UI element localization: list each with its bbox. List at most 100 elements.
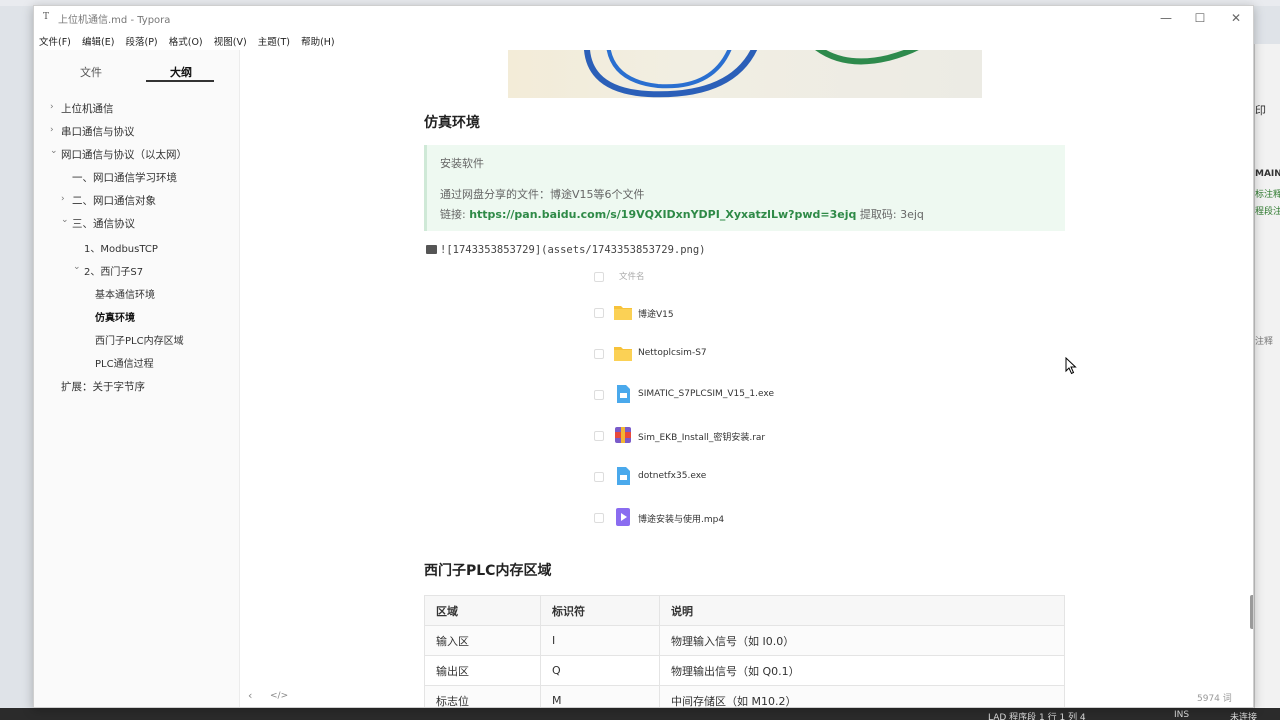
outline-item[interactable]: 网口通信与协议（以太网）	[61, 147, 187, 162]
file-row: Nettoplcsim-S7	[589, 342, 879, 366]
file-name: dotnetfx35.exe	[638, 471, 707, 481]
table-cell[interactable]: 输出区	[424, 655, 541, 686]
blockquote: 安装软件 通过网盘分享的文件：博途V15等6个文件 链接: https://pa…	[424, 145, 1065, 231]
quote-code: 提取码: 3ejq	[856, 208, 924, 221]
caret-icon[interactable]: ⌄	[61, 215, 69, 225]
menubar: 文件(F) 编辑(E) 段落(P) 格式(O) 视图(V) 主题(T) 帮助(H…	[34, 30, 1253, 48]
mouse-cursor-icon	[1065, 357, 1077, 375]
outline-item[interactable]: 西门子PLC内存区域	[95, 332, 184, 347]
quote-share-text: 通过网盘分享的文件：博途V15等6个文件	[440, 188, 645, 201]
file-checkbox	[594, 390, 604, 400]
heading-simulation: 仿真环境	[424, 115, 480, 131]
host-side-panel: 印 MAIN 标注释 程段注 注释	[1254, 44, 1280, 710]
select-all-checkbox	[594, 272, 604, 282]
table-header: 说明	[659, 595, 1065, 626]
file-checkbox	[594, 308, 604, 318]
editor[interactable]: 仿真环境 安装软件 通过网盘分享的文件：博途V15等6个文件 链接: https…	[240, 50, 1253, 707]
table-header: 区域	[424, 595, 541, 626]
host-statusbar	[0, 708, 1280, 720]
outline-item[interactable]: 2、西门子S7	[84, 263, 143, 278]
file-list-image: 文件名 博途V15 Nettoplcsim-S7 SIMATIC_S7PLCSI…	[589, 264, 879, 534]
image-markdown-source[interactable]: ![1743353853729](assets/1743353853729.pn…	[426, 244, 706, 256]
rar-file-icon	[615, 427, 631, 443]
file-row: 博途V15	[589, 301, 879, 325]
outline-item[interactable]: 二、网口通信对象	[72, 193, 156, 208]
file-name: SIMATIC_S7PLCSIM_V15_1.exe	[638, 389, 774, 399]
outline-item[interactable]: 一、网口通信学习环境	[72, 170, 177, 185]
caret-icon[interactable]: ⌄	[73, 262, 81, 272]
caret-icon[interactable]: ›	[61, 194, 65, 204]
outline-item[interactable]: 三、通信协议	[72, 216, 135, 231]
typora-app-icon: T	[43, 12, 50, 22]
file-name: Sim_EKB_Install_密钥安装.rar	[638, 433, 766, 443]
file-checkbox	[594, 349, 604, 359]
table-row: 标志位 M 中间存储区（如 M10.2）	[424, 685, 1065, 707]
memory-area-table: 区域 标识符 说明 输入区 I 物理输入信号（如 I0.0） 输出区 Q 物理输…	[424, 595, 1065, 707]
file-checkbox	[594, 513, 604, 523]
caret-icon[interactable]: ⌄	[50, 146, 58, 156]
window-title: 上位机通信.md - Typora	[58, 15, 171, 26]
host-status-position: LAD 程序段 1 行 1 列 4	[988, 713, 1086, 720]
back-icon[interactable]: ‹	[248, 689, 252, 702]
folder-icon	[614, 347, 632, 361]
outline-item-active[interactable]: 仿真环境	[95, 309, 135, 324]
host-status-ins: INS	[1174, 710, 1190, 720]
host-strip-4: 注释	[1255, 337, 1274, 347]
heading-memory-area: 西门子PLC内存区域	[424, 563, 552, 579]
image-icon	[426, 245, 437, 254]
table-cell[interactable]: 标志位	[424, 685, 541, 707]
outline-item[interactable]: 上位机通信	[61, 101, 114, 116]
host-strip-3: 程段注	[1255, 207, 1280, 217]
table-row: 输出区 Q 物理输出信号（如 Q0.1）	[424, 655, 1065, 686]
table-cell[interactable]: 物理输入信号（如 I0.0）	[659, 625, 1065, 656]
table-cell[interactable]: M	[540, 685, 660, 707]
caret-icon[interactable]: ›	[50, 125, 54, 135]
table-header: 标识符	[540, 595, 660, 626]
folder-icon	[614, 306, 632, 320]
video-file-icon	[616, 508, 630, 526]
tab-outline[interactable]: 大纲	[148, 64, 214, 80]
typora-window: T 上位机通信.md - Typora — ☐ ✕ 文件(F) 编辑(E) 段落…	[33, 5, 1254, 708]
caret-icon[interactable]: ›	[50, 102, 54, 112]
host-strip-0: 印	[1255, 104, 1266, 117]
tab-files[interactable]: 文件	[58, 64, 124, 80]
table-row: 输入区 I 物理输入信号（如 I0.0）	[424, 625, 1065, 656]
table-cell[interactable]: Q	[540, 655, 660, 686]
file-name: Nettoplcsim-S7	[638, 348, 707, 358]
table-cell[interactable]: I	[540, 625, 660, 656]
table-cell[interactable]: 物理输出信号（如 Q0.1）	[659, 655, 1065, 686]
word-count[interactable]: 5974 词	[1197, 691, 1232, 704]
titlebar: T 上位机通信.md - Typora — ☐ ✕	[34, 6, 1253, 30]
source-mode-icon[interactable]: </>	[270, 691, 288, 701]
table-cell[interactable]: 中间存储区（如 M10.2）	[659, 685, 1065, 707]
outline-item[interactable]: 串口通信与协议	[61, 124, 135, 139]
file-list-header: 文件名	[619, 272, 645, 282]
file-name: 博途安装与使用.mp4	[638, 515, 725, 525]
file-checkbox	[594, 472, 604, 482]
host-strip-1: MAIN	[1255, 169, 1280, 179]
close-button[interactable]: ✕	[1222, 9, 1250, 27]
minimize-button[interactable]: —	[1152, 9, 1180, 27]
editor-scrollbar[interactable]	[1250, 595, 1253, 629]
quote-title: 安装软件	[440, 157, 484, 170]
file-name: 博途V15	[638, 310, 674, 320]
exe-file-icon	[617, 467, 630, 485]
active-tab-indicator	[146, 80, 214, 82]
outline-item[interactable]: 基本通信环境	[95, 286, 155, 301]
baidu-share-link[interactable]: https://pan.baidu.com/s/19VQXIDxnYDPI_Xy…	[469, 208, 856, 221]
sidebar: 文件 大纲 › 上位机通信 › 串口通信与协议 ⌄ 网口通信与协议（以太网） 一…	[34, 50, 240, 707]
quote-link-prefix: 链接:	[440, 208, 470, 221]
image-markdown-text: ![1743353853729](assets/1743353853729.pn…	[440, 244, 706, 256]
table-cell[interactable]: 输入区	[424, 625, 541, 656]
cable-photo	[508, 50, 982, 98]
host-strip-2: 标注释	[1255, 190, 1280, 200]
file-checkbox	[594, 431, 604, 441]
file-row: Sim_EKB_Install_密钥安装.rar	[589, 424, 879, 448]
outline-item[interactable]: PLC通信过程	[95, 355, 154, 370]
maximize-button[interactable]: ☐	[1186, 9, 1214, 27]
file-row: 博途安装与使用.mp4	[589, 506, 879, 530]
host-status-connection: 未连接	[1230, 713, 1258, 720]
outline-item[interactable]: 扩展：关于字节序	[61, 379, 145, 394]
outline-item[interactable]: 1、ModbusTCP	[84, 240, 158, 255]
file-row: SIMATIC_S7PLCSIM_V15_1.exe	[589, 383, 879, 407]
